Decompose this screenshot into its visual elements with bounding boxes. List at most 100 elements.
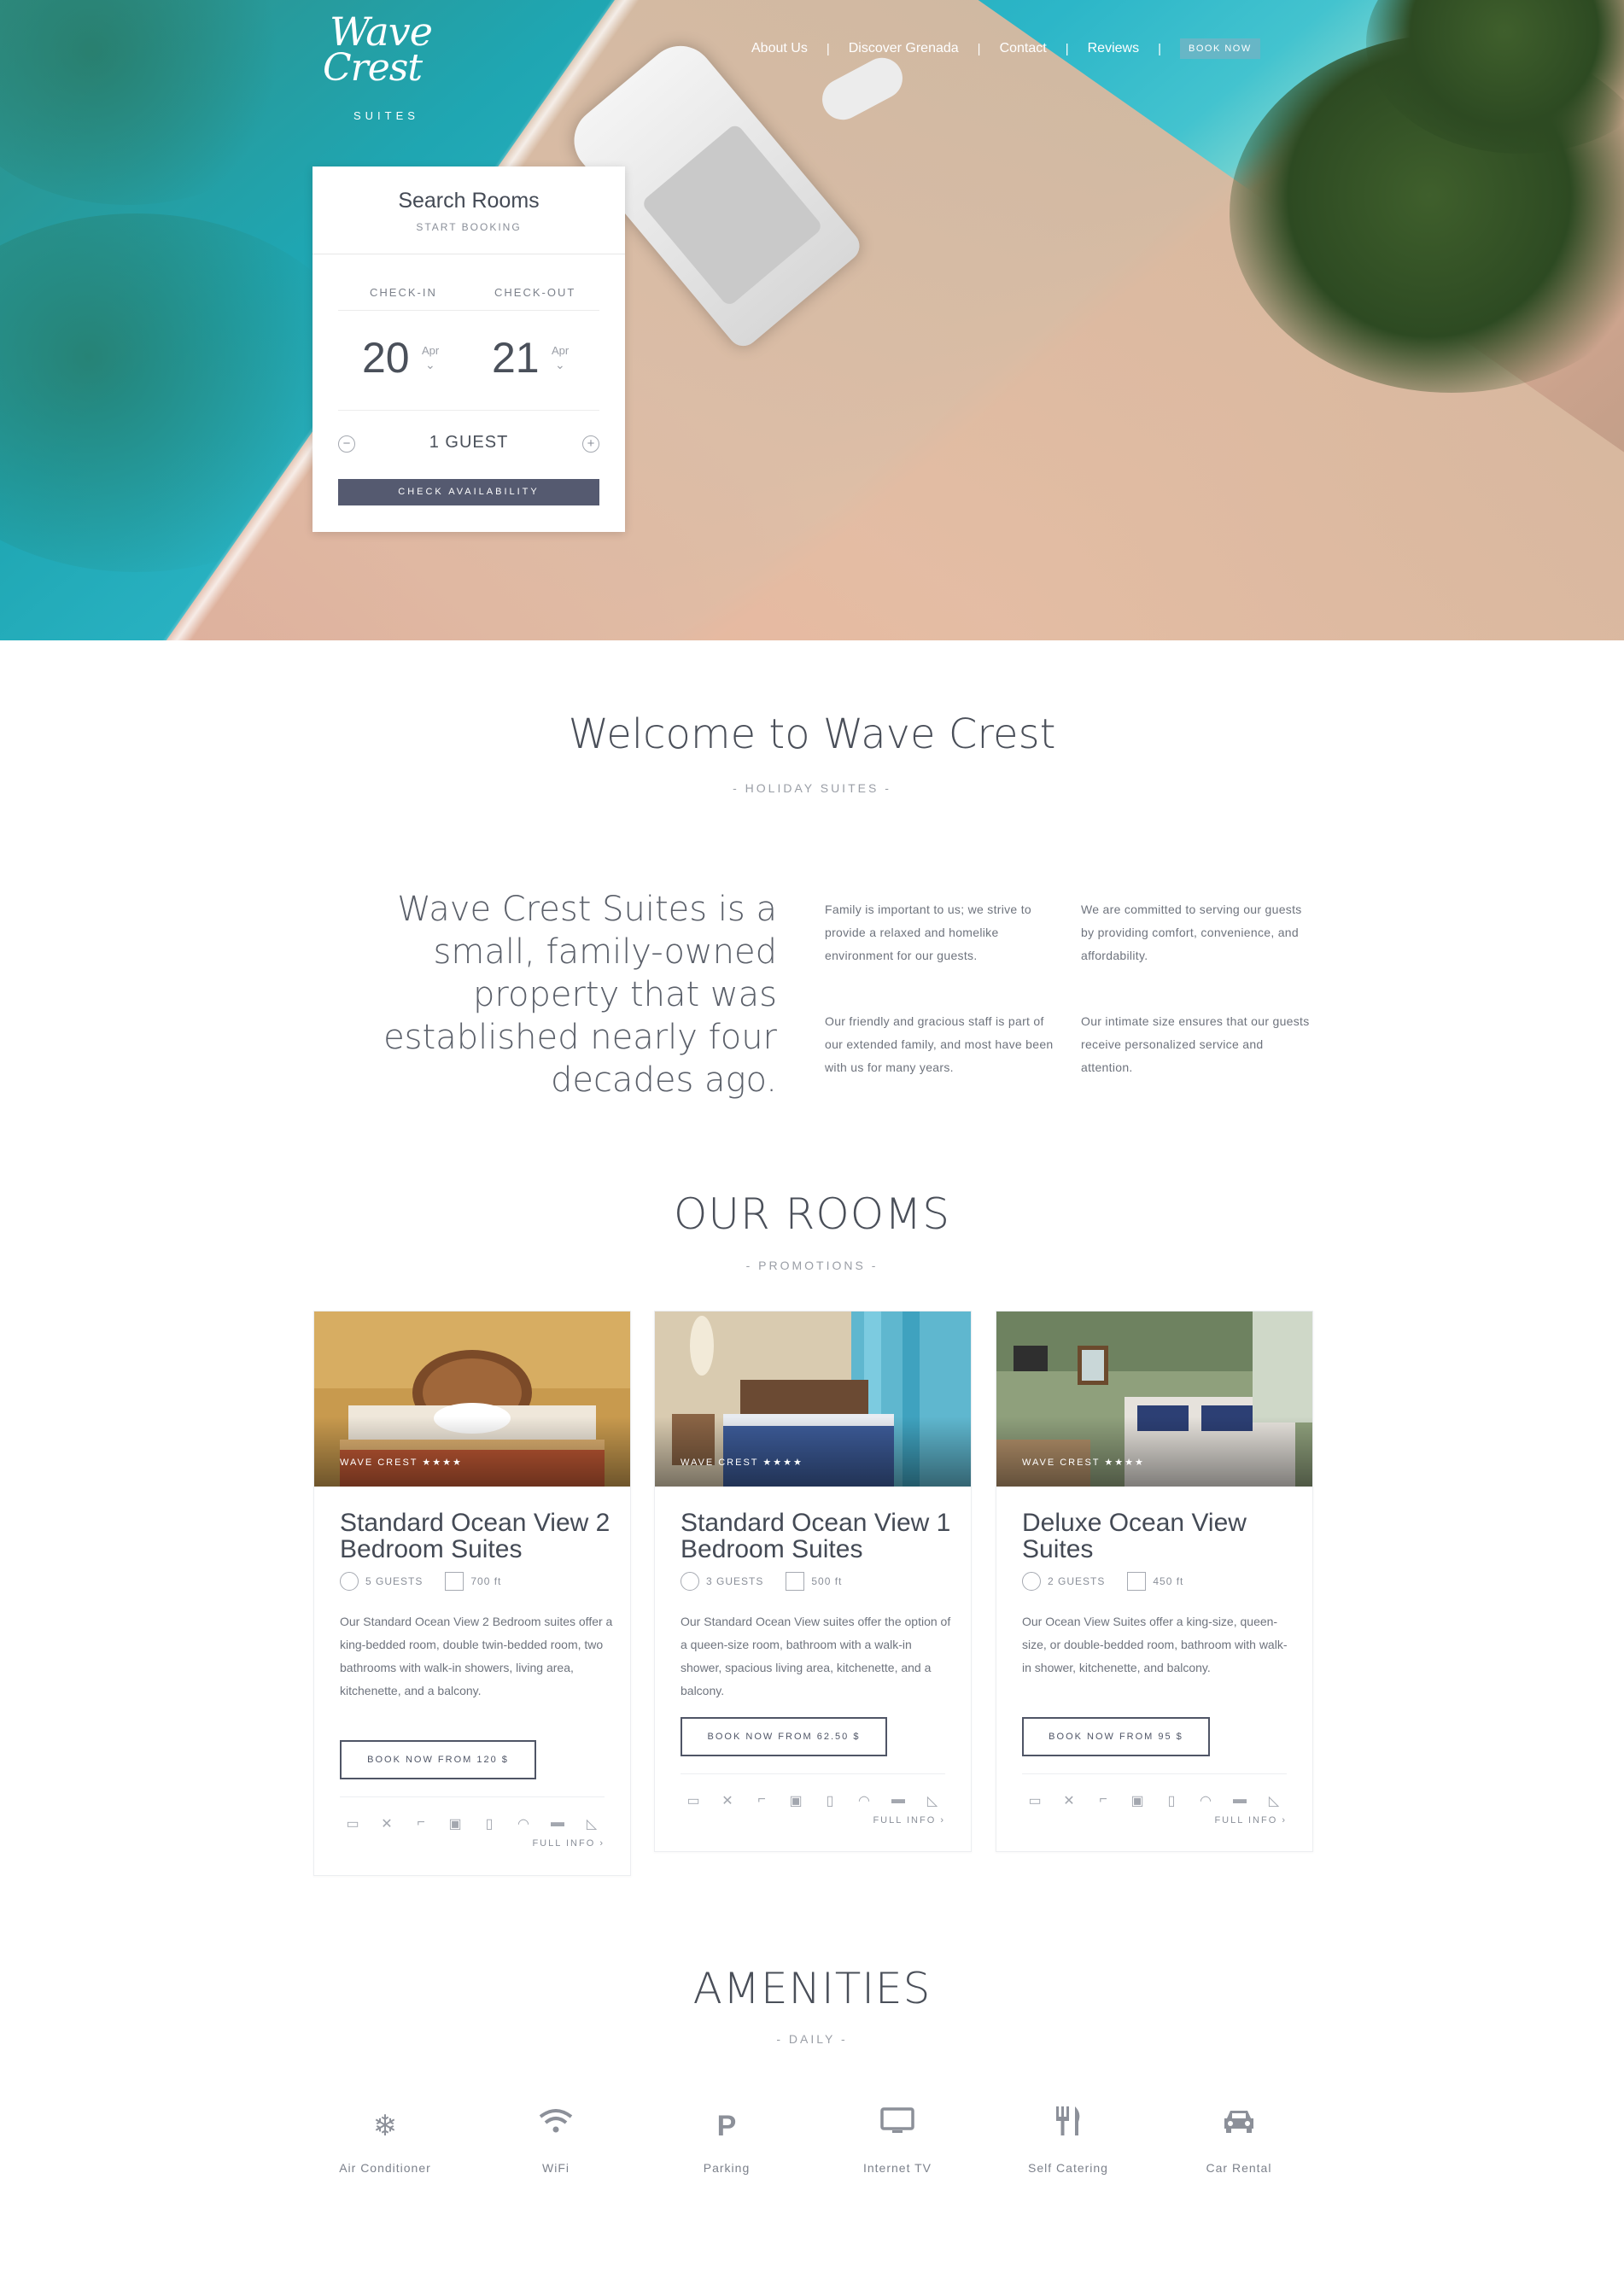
checkout-label: CHECK-OUT xyxy=(494,286,576,299)
intro-paragraph: Family is important to us; we strive to … xyxy=(825,903,1031,962)
nav-about-us[interactable]: About Us xyxy=(751,41,808,56)
room-title[interactable]: Standard Ocean View 1 Bedroom Suites xyxy=(681,1510,954,1563)
logo[interactable]: Wave Crest SUITES xyxy=(323,9,442,124)
air-conditioner-icon: ▬ xyxy=(891,1792,905,1807)
room-tag: WAVE CREST ★★★★ xyxy=(340,1458,463,1468)
hairdryer-icon: ⌐ xyxy=(417,1815,425,1830)
intro-paragraph: Our intimate size ensures that our guest… xyxy=(1081,1014,1310,1074)
amenity-parking: P Parking xyxy=(641,2105,812,2175)
room-title[interactable]: Deluxe Ocean View Suites xyxy=(1022,1510,1295,1563)
amenity-air-conditioner: ❄ Air Conditioner xyxy=(300,2105,470,2175)
nav-discover-grenada[interactable]: Discover Grenada xyxy=(849,41,959,56)
divider xyxy=(338,410,599,411)
nav-separator: | xyxy=(977,41,981,56)
book-now-button[interactable]: BOOK NOW xyxy=(1180,38,1260,59)
amenity-label: Car Rental xyxy=(1206,2161,1272,2175)
book-room-button[interactable]: BOOK NOW FROM 120 $ xyxy=(340,1740,536,1779)
room-size: 450 ft xyxy=(1153,1575,1184,1587)
book-room-button[interactable]: BOOK NOW FROM 62.50 $ xyxy=(681,1717,887,1756)
welcome-subtitle: - HOLIDAY SUITES - xyxy=(733,781,891,795)
room-tag: WAVE CREST ★★★★ xyxy=(681,1458,803,1468)
room-card: WAVE CREST ★★★★ Standard Ocean View 1 Be… xyxy=(654,1311,972,1852)
fan-icon: ✕ xyxy=(1063,1794,1075,1808)
logo-suites: SUITES xyxy=(353,109,419,122)
guest-plus-icon[interactable]: + xyxy=(582,435,599,453)
amenity-car-rental: Car Rental xyxy=(1154,2105,1324,2175)
nav-contact[interactable]: Contact xyxy=(1000,41,1047,56)
microwave-icon: ▣ xyxy=(789,1794,803,1808)
guests-icon xyxy=(681,1572,699,1591)
full-info-link[interactable]: FULL INFO › xyxy=(1214,1815,1287,1826)
area-icon xyxy=(1127,1572,1147,1591)
amenities-title: AMENITIES xyxy=(692,1964,932,2013)
intro-paragraph: Our friendly and gracious staff is part … xyxy=(825,1014,1054,1074)
iron-icon: ◺ xyxy=(1268,1794,1280,1808)
check-availability-button[interactable]: CHECK AVAILABILITY xyxy=(338,479,599,505)
room-card: WAVE CREST ★★★★ Standard Ocean View 2 Be… xyxy=(313,1311,631,1876)
checkin-month[interactable]: Apr xyxy=(422,344,439,357)
iron-icon: ◺ xyxy=(586,1817,598,1831)
chevron-down-icon[interactable]: ⌄ xyxy=(425,358,435,372)
guests-icon xyxy=(340,1572,359,1591)
amenity-label: WiFi xyxy=(542,2161,570,2175)
amenity-label: Air Conditioner xyxy=(339,2161,431,2175)
full-info-link[interactable]: FULL INFO › xyxy=(873,1815,945,1826)
logo-crest: Crest xyxy=(323,46,423,90)
room-feature-icons: ▭ ✕ ⌐ ▣ ▯ ◠ ▬ ◺ xyxy=(1022,1792,1295,1809)
wifi-icon: ◠ xyxy=(1200,1794,1212,1808)
wifi-icon: ◠ xyxy=(517,1817,529,1831)
microwave-icon: ▣ xyxy=(448,1817,462,1831)
rooms-title: OUR ROOMS xyxy=(674,1189,950,1239)
room-size: 500 ft xyxy=(811,1575,843,1587)
fan-icon: ✕ xyxy=(381,1817,393,1831)
tv-icon: ▭ xyxy=(1028,1794,1042,1808)
nav-reviews[interactable]: Reviews xyxy=(1088,41,1139,56)
parking-icon: P xyxy=(716,2110,737,2142)
tv-icon xyxy=(812,2105,983,2147)
checkout-month[interactable]: Apr xyxy=(552,344,569,357)
room-description: Our Ocean View Suites offer a king-size,… xyxy=(1022,1615,1288,1674)
intro-paragraph: We are committed to serving our guests b… xyxy=(1081,903,1302,962)
checkout-day[interactable]: 21 xyxy=(492,333,540,383)
area-icon xyxy=(786,1572,805,1591)
welcome-title: Welcome to Wave Crest xyxy=(568,710,1056,758)
room-guests: 2 GUESTS xyxy=(1048,1575,1106,1587)
room-meta: 2 GUESTS 450 ft xyxy=(1022,1572,1183,1591)
iron-icon: ◺ xyxy=(926,1794,938,1808)
amenity-label: Parking xyxy=(703,2161,751,2175)
wifi-icon: ◠ xyxy=(858,1794,870,1808)
air-conditioner-icon: ▬ xyxy=(551,1815,564,1830)
chevron-down-icon[interactable]: ⌄ xyxy=(555,358,565,372)
amenity-label: Self Catering xyxy=(1028,2161,1108,2175)
room-size: 700 ft xyxy=(470,1575,502,1587)
main-nav: About Us | Discover Grenada | Contact | … xyxy=(751,36,1260,61)
air-conditioner-icon: ▬ xyxy=(1233,1792,1247,1807)
checkin-label: CHECK-IN xyxy=(370,286,437,299)
hairdryer-icon: ⌐ xyxy=(1099,1792,1107,1807)
hairdryer-icon: ⌐ xyxy=(757,1792,766,1807)
room-meta: 5 GUESTS 700 ft xyxy=(340,1572,501,1591)
car-icon xyxy=(1154,2105,1324,2147)
guest-count: 1 GUEST xyxy=(429,433,509,452)
room-feature-icons: ▭ ✕ ⌐ ▣ ▯ ◠ ▬ ◺ xyxy=(340,1815,613,1832)
room-tag: WAVE CREST ★★★★ xyxy=(1022,1458,1145,1468)
room-title[interactable]: Standard Ocean View 2 Bedroom Suites xyxy=(340,1510,613,1563)
divider xyxy=(338,310,599,311)
room-meta: 3 GUESTS 500 ft xyxy=(681,1572,842,1591)
amenity-internet-tv: Internet TV xyxy=(812,2105,983,2175)
room-description: Our Standard Ocean View suites offer the… xyxy=(681,1615,951,1697)
guests-icon xyxy=(1022,1572,1041,1591)
room-guests: 3 GUESTS xyxy=(706,1575,764,1587)
checkin-day[interactable]: 20 xyxy=(362,333,410,383)
amenity-wifi: WiFi xyxy=(470,2105,641,2175)
full-info-link[interactable]: FULL INFO › xyxy=(532,1838,605,1849)
search-subtitle: START BOOKING xyxy=(416,221,522,233)
book-room-button[interactable]: BOOK NOW FROM 95 $ xyxy=(1022,1717,1210,1756)
amenity-label: Internet TV xyxy=(862,2161,932,2175)
divider xyxy=(340,1796,605,1797)
room-description: Our Standard Ocean View 2 Bedroom suites… xyxy=(340,1615,613,1697)
amenities-subtitle: - DAILY - xyxy=(776,2032,848,2046)
nav-separator: | xyxy=(826,41,830,56)
fridge-icon: ▯ xyxy=(1167,1794,1176,1808)
divider xyxy=(681,1773,945,1774)
